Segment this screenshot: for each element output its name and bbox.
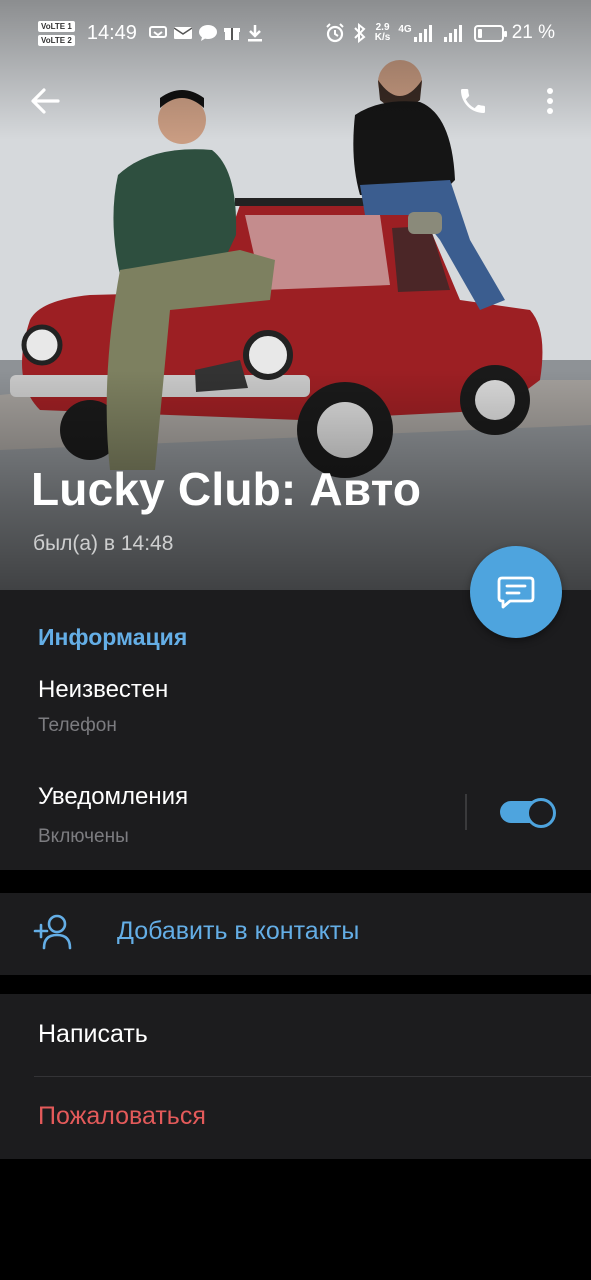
chat-bubble-icon — [198, 25, 217, 41]
divider — [34, 1076, 591, 1077]
net-speed: 2.9 K/s — [375, 23, 391, 43]
bluetooth-icon — [354, 23, 366, 43]
more-button[interactable] — [530, 78, 570, 124]
arrow-left-icon — [31, 88, 60, 114]
add-contact-row[interactable]: Добавить в контакты — [0, 893, 591, 975]
volte-icon: VoLTE 1 VoLTE 2 — [38, 20, 75, 46]
call-button[interactable] — [450, 78, 496, 124]
add-contact-label: Добавить в контакты — [117, 917, 360, 945]
sim1-label: VoLTE 1 — [38, 20, 75, 32]
last-seen-status: был(а) в 14:48 — [33, 532, 174, 555]
more-vertical-icon — [547, 88, 553, 114]
divider — [465, 794, 467, 830]
report-button[interactable]: Пожаловаться — [38, 1102, 206, 1131]
actions-section: Написать Пожаловаться — [0, 994, 591, 1159]
status-bar: VoLTE 1 VoLTE 2 14:49 2.9 K/s 4G 21 % — [0, 0, 591, 66]
message-icon — [497, 576, 535, 609]
phone-label: Телефон — [38, 715, 117, 736]
info-title: Информация — [38, 624, 188, 650]
sim2-label: VoLTE 2 — [38, 34, 75, 46]
signal-icon-2 — [443, 25, 462, 42]
alarm-icon — [326, 23, 344, 43]
battery-icon — [473, 24, 507, 42]
cast-icon — [148, 26, 167, 38]
network-type: 4G — [398, 24, 412, 35]
phone-value[interactable]: Неизвестен — [38, 676, 168, 704]
notification-icons — [148, 24, 263, 42]
notifications-state: Включены — [38, 826, 129, 847]
net-speed-unit: K/s — [374, 32, 391, 43]
write-message-button[interactable]: Написать — [38, 1020, 148, 1049]
phone-icon — [461, 89, 485, 113]
notifications-toggle[interactable] — [500, 798, 556, 828]
download-icon — [247, 25, 262, 42]
mail-icon — [173, 27, 192, 39]
back-button[interactable] — [22, 78, 68, 124]
gift-icon — [223, 28, 240, 40]
battery-percent: 21 % — [511, 22, 555, 43]
notifications-label[interactable]: Уведомления — [38, 783, 188, 811]
message-fab[interactable] — [470, 546, 562, 638]
signal-icon: 4G — [398, 24, 435, 42]
profile-name: Lucky Club: Авто — [31, 463, 422, 515]
clock: 14:49 — [86, 21, 137, 44]
add-user-icon — [33, 914, 72, 950]
